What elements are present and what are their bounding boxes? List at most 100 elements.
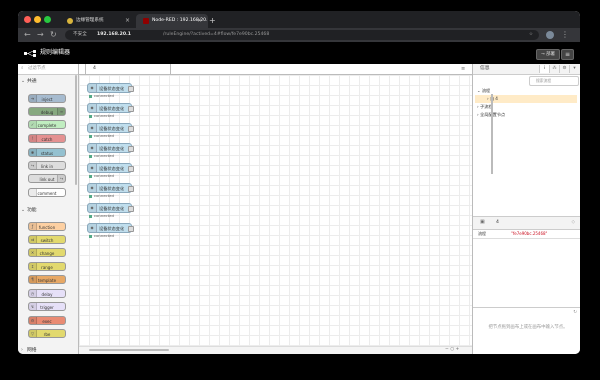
- sidebar-dropdown-icon[interactable]: ▾: [569, 65, 579, 73]
- flow-node[interactable]: ◆ 设备状态变化: [87, 203, 134, 213]
- palette-category-common[interactable]: ⌄ 共通: [18, 77, 76, 86]
- node-status: connected: [89, 93, 114, 98]
- help-text: 把节点拖到画布上或在画布中输入节点。: [488, 325, 568, 330]
- node-output-port[interactable]: [128, 106, 134, 112]
- palette-node-label: function: [38, 225, 56, 230]
- security-indicator[interactable]: 不安全: [73, 30, 87, 40]
- minimize-window-button[interactable]: [34, 16, 41, 23]
- shuffle-icon: ✕: [29, 249, 37, 256]
- node-output-port[interactable]: [128, 126, 134, 132]
- flow-node[interactable]: ◆ 设备状态变化: [87, 163, 134, 173]
- flow-tab-label: 4: [93, 66, 96, 71]
- node-input-icon: ◆: [88, 104, 97, 112]
- browser-window: 边缘管理系统 × Node-RED : 192.168.20.1 × + ← →…: [18, 11, 580, 354]
- tab-favicon-icon: [67, 18, 73, 24]
- maximize-window-button[interactable]: [44, 16, 51, 23]
- url-host: 192.168.20.1: [97, 32, 132, 37]
- palette-node-trigger[interactable]: ↯ trigger: [28, 302, 66, 311]
- palette-category-network[interactable]: › 网络: [18, 346, 76, 354]
- node-output-port[interactable]: [128, 166, 134, 172]
- flow-canvas[interactable]: ◆ 设备状态变化 connected ◆ 设备状态变化 connected ◆ …: [79, 75, 472, 346]
- browser-tab-edge-management[interactable]: 边缘管理系统 ×: [60, 14, 136, 28]
- palette-node-link-out[interactable]: link out ↪: [28, 174, 66, 183]
- palette-node-exec[interactable]: ⚙ exec: [28, 316, 66, 325]
- info-panel-title: 4: [496, 220, 499, 225]
- flow-tab[interactable]: 4: [85, 64, 171, 74]
- palette-node-template[interactable]: ¶ template: [28, 275, 66, 284]
- flow-node[interactable]: ◆ 设备状态变化: [87, 223, 134, 233]
- tab-title: 边缘管理系统: [76, 18, 104, 23]
- node-output-port[interactable]: [128, 186, 134, 192]
- forward-button[interactable]: →: [37, 29, 44, 41]
- node-palette: ⌕ 过滤节点 ⌄ 共通 ➔ inject debug ≡ ✓ complete …: [18, 64, 79, 354]
- sidebar-scrollbar[interactable]: [491, 94, 493, 174]
- flow-node[interactable]: ◆ 设备状态变化: [87, 143, 134, 153]
- new-tab-button[interactable]: +: [209, 14, 216, 27]
- palette-node-link-in[interactable]: ↪ link in: [28, 161, 66, 170]
- palette-node-inject[interactable]: ➔ inject: [28, 94, 66, 103]
- flow-list-menu-icon[interactable]: ≡: [461, 66, 465, 72]
- node-input-icon: ◆: [88, 124, 97, 132]
- node-output-port[interactable]: [128, 206, 134, 212]
- browser-tab-node-red[interactable]: Node-RED : 192.168.20.1 ×: [136, 14, 208, 28]
- tab-close-icon[interactable]: ×: [197, 14, 202, 28]
- palette-scrollbar[interactable]: [75, 75, 77, 185]
- palette-node-label: comment: [37, 191, 57, 196]
- palette-node-function[interactable]: ƒ function: [28, 222, 66, 231]
- sidebar-header: 信息 i ⁂ ⚙ ▾: [473, 64, 580, 75]
- flow-node[interactable]: ◆ 设备状态变化: [87, 103, 134, 113]
- tree-flows[interactable]: ⌄ 流程: [477, 87, 490, 94]
- tab-close-icon[interactable]: ×: [125, 14, 130, 28]
- config-tab-icon[interactable]: ⚙: [559, 65, 569, 73]
- profile-avatar[interactable]: [546, 31, 554, 39]
- close-window-button[interactable]: [24, 16, 31, 23]
- canvas-horizontal-scrollbar[interactable]: [79, 346, 472, 354]
- link-icon: ↪: [29, 162, 37, 169]
- node-status: connected: [89, 213, 114, 218]
- category-label: 网络: [27, 348, 37, 353]
- palette-node-catch[interactable]: ! catch: [28, 134, 66, 143]
- flow-node[interactable]: ◆ 设备状态变化: [87, 183, 134, 193]
- palette-node-label: switch: [40, 238, 54, 243]
- deploy-button[interactable]: ⊸ 部署: [536, 49, 560, 60]
- collapse-icon[interactable]: ◇: [572, 217, 575, 229]
- comment-icon: [29, 189, 37, 196]
- node-input-icon: ◆: [88, 184, 97, 192]
- address-bar[interactable]: 不安全 192.168.20.1 /ruleEngine/?actived=4#…: [65, 30, 539, 40]
- palette-node-delay[interactable]: ◷ delay: [28, 289, 66, 298]
- palette-node-complete[interactable]: ✓ complete: [28, 120, 66, 129]
- palette-node-comment[interactable]: comment: [28, 188, 66, 197]
- flow-icon: ▣: [480, 219, 485, 225]
- node-output-port[interactable]: [128, 86, 134, 92]
- palette-node-debug[interactable]: debug ≡: [28, 107, 66, 116]
- back-button[interactable]: ←: [24, 29, 31, 41]
- bookmark-star-icon[interactable]: ☆: [529, 30, 533, 40]
- node-input-icon: ◆: [88, 224, 97, 232]
- palette-node-change[interactable]: ✕ change: [28, 248, 66, 257]
- zoom-controls[interactable]: − ○ +: [445, 347, 459, 352]
- chevron-right-icon: ›: [21, 348, 23, 353]
- palette-search-input[interactable]: ⌕ 过滤节点: [18, 64, 78, 75]
- scrollbar-thumb[interactable]: [89, 349, 169, 351]
- sidebar-search-input[interactable]: 搜索流程: [529, 76, 579, 86]
- palette-node-range[interactable]: ↕ range: [28, 262, 66, 271]
- palette-category-function[interactable]: ⌄ 功能: [18, 206, 76, 215]
- info-tab-icon[interactable]: i: [539, 65, 549, 73]
- palette-node-label: link out: [39, 177, 55, 182]
- reload-button[interactable]: ↻: [50, 29, 57, 41]
- app-header: 规则编辑器 ⊸ 部署 ≡: [18, 42, 580, 64]
- refresh-icon[interactable]: ↻: [573, 308, 577, 318]
- palette-node-label: rbe: [43, 332, 51, 337]
- main-menu-button[interactable]: ≡: [561, 49, 574, 60]
- trigger-icon: ↯: [29, 303, 37, 310]
- node-input-icon: ◆: [88, 164, 97, 172]
- palette-node-switch[interactable]: ⇉ switch: [28, 235, 66, 244]
- browser-menu-icon[interactable]: ⋮: [561, 28, 569, 42]
- palette-node-rbe[interactable]: ▽ rbe: [28, 329, 66, 338]
- flow-node[interactable]: ◆ 设备状态变化: [87, 83, 134, 93]
- palette-node-status[interactable]: ✱ status: [28, 148, 66, 157]
- flow-node[interactable]: ◆ 设备状态变化: [87, 123, 134, 133]
- node-output-port[interactable]: [128, 226, 134, 232]
- debug-tab-icon[interactable]: ⁂: [549, 65, 559, 73]
- node-output-port[interactable]: [128, 146, 134, 152]
